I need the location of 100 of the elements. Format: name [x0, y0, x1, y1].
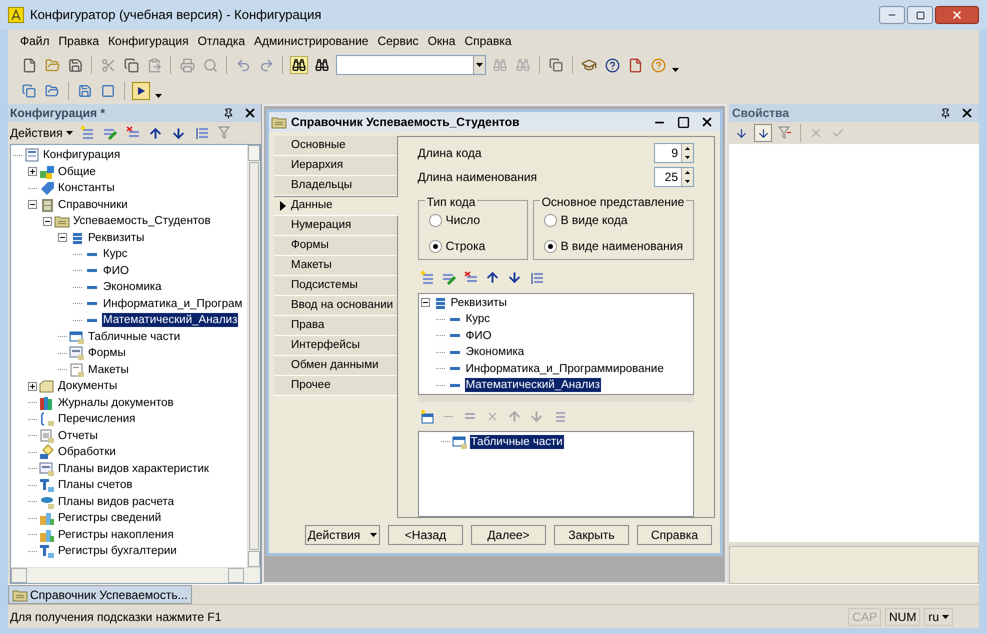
menu-item[interactable]: Правка: [58, 32, 100, 50]
dialog-title: Справочник Успеваемость_Студентов: [291, 114, 520, 131]
tree-item[interactable]: Регистры бухгалтерии: [57, 544, 178, 558]
maximize-button[interactable]: [907, 6, 933, 24]
window-title: Конфигуратор (учебная версия) - Конфигурация: [30, 6, 322, 24]
tree-item[interactable]: Планы видов характеристик: [57, 462, 210, 476]
field-label: Длина наименования: [418, 169, 538, 186]
tree-item[interactable]: Реквизиты: [87, 230, 146, 245]
diamond-icon: [39, 444, 55, 460]
tab[interactable]: Права: [274, 316, 397, 336]
vertical-scrollbar[interactable]: [247, 145, 260, 567]
window-tab[interactable]: Справочник Успеваемость...: [8, 585, 192, 604]
spin-up-icon[interactable]: [685, 171, 690, 174]
copy-icon[interactable]: [122, 56, 140, 74]
tree-item[interactable]: Перечисления: [57, 412, 136, 426]
tree-item[interactable]: Курс: [102, 247, 128, 262]
tab[interactable]: Макеты: [274, 256, 397, 276]
menu-item[interactable]: Справка: [464, 32, 512, 50]
collapse-toggle[interactable]: [28, 200, 37, 210]
number-spin-field[interactable]: 9: [654, 143, 694, 163]
tree-item[interactable]: ФИО: [102, 264, 130, 278]
menu-item[interactable]: Администрирование: [254, 32, 368, 50]
help-search-icon[interactable]: [603, 56, 621, 74]
tab[interactable]: Данные: [274, 196, 398, 216]
expand-toggle[interactable]: [28, 167, 37, 176]
tree-item[interactable]: Общие: [57, 164, 97, 179]
tab[interactable]: Иерархия: [274, 156, 397, 176]
spin-down-icon[interactable]: [685, 156, 690, 159]
tree-item[interactable]: Табличные части: [87, 330, 182, 344]
menu-item[interactable]: Окна: [428, 32, 456, 50]
dialog-button[interactable]: Далее>: [471, 525, 546, 545]
tab[interactable]: Ввод на основании: [274, 296, 397, 316]
tree-item[interactable]: Экономика: [464, 345, 526, 360]
dialog-button[interactable]: Действия: [305, 525, 380, 545]
spin-up-icon[interactable]: [685, 147, 690, 150]
tree-item[interactable]: Планы видов расчета: [57, 494, 176, 509]
dialog-button[interactable]: Закрыть: [554, 525, 629, 545]
tree-item[interactable]: Информатика_и_Программирование: [464, 362, 665, 376]
tree-item[interactable]: Отчеты: [57, 428, 99, 443]
number-spin-field[interactable]: 25: [654, 167, 694, 187]
tree-item[interactable]: Формы: [87, 346, 127, 360]
radio-button[interactable]: [544, 214, 557, 226]
dialog-button[interactable]: Справка: [637, 525, 712, 545]
tree-item[interactable]: Экономика: [102, 280, 163, 294]
attribute-icon: [450, 367, 460, 370]
tree-item[interactable]: Математический_Анализ: [464, 378, 601, 392]
tree-item[interactable]: Макеты: [87, 362, 130, 377]
menu-item[interactable]: Сервис: [377, 32, 419, 50]
run-icon[interactable]: [132, 82, 150, 100]
expand-toggle[interactable]: [28, 382, 37, 391]
collapse-toggle[interactable]: [420, 298, 430, 308]
collapse-toggle[interactable]: [43, 216, 52, 226]
attribute-icon: [87, 302, 97, 306]
language-selector[interactable]: ru: [924, 608, 953, 626]
close-icon: [951, 9, 963, 21]
window-icon[interactable]: [99, 82, 117, 100]
braces-icon: [39, 411, 55, 428]
tree-item[interactable]: Табличные части: [470, 434, 564, 449]
tree-item[interactable]: Справочники: [57, 198, 129, 212]
tree-item[interactable]: Математический_Анализ: [102, 313, 238, 328]
tree-item[interactable]: Константы: [57, 181, 116, 196]
tab[interactable]: Основные: [274, 136, 397, 156]
tab[interactable]: Формы: [274, 236, 397, 256]
tree-item[interactable]: Информатика_и_Програм: [102, 296, 244, 311]
tree-item[interactable]: Регистры сведений: [57, 511, 162, 526]
radio-button[interactable]: [428, 214, 442, 226]
tab[interactable]: Нумерация: [274, 216, 397, 236]
tree-item[interactable]: Успеваемость_Студентов: [72, 214, 212, 228]
tab[interactable]: Подсистемы: [274, 276, 397, 296]
tree-item[interactable]: Курс: [464, 312, 492, 326]
dialog-button[interactable]: <Назад: [388, 525, 463, 545]
menu-item[interactable]: Отладка: [198, 32, 246, 50]
collapse-toggle[interactable]: [58, 233, 67, 242]
configuration-icon: [24, 147, 40, 164]
actions-menu-button[interactable]: Действия: [10, 124, 73, 142]
tree-item[interactable]: Регистры накопления: [57, 528, 175, 542]
menu-item[interactable]: Файл: [20, 32, 50, 50]
tree-item[interactable]: ФИО: [464, 328, 493, 343]
tab[interactable]: Обмен данными: [274, 356, 397, 376]
spin-down-icon[interactable]: [685, 180, 690, 183]
dropdown-arrow-icon[interactable]: [672, 68, 679, 72]
binoculars-icon[interactable]: [313, 56, 331, 74]
close-button[interactable]: [935, 6, 979, 24]
table-icon: [452, 434, 468, 450]
tree-item[interactable]: Обработки: [57, 445, 117, 460]
menu-item[interactable]: Конфигурация: [108, 32, 189, 50]
binoculars-icon[interactable]: [290, 56, 308, 74]
tree-item[interactable]: Документы: [57, 379, 118, 394]
tree-item[interactable]: Планы счетов: [57, 478, 134, 492]
tab[interactable]: Интерфейсы: [274, 336, 397, 356]
tree-item[interactable]: Реквизиты: [450, 296, 508, 310]
dropdown-arrow-icon[interactable]: [155, 94, 162, 98]
radio-button[interactable]: [428, 240, 442, 252]
tree-item[interactable]: Журналы документов: [57, 396, 175, 410]
tree-item[interactable]: Конфигурация: [42, 148, 122, 162]
tab[interactable]: Владельцы: [274, 176, 397, 196]
tab[interactable]: Прочее: [274, 376, 397, 396]
search-combo-field[interactable]: [336, 55, 486, 75]
radio-button[interactable]: [544, 240, 557, 252]
windows-icon[interactable]: [547, 56, 565, 74]
